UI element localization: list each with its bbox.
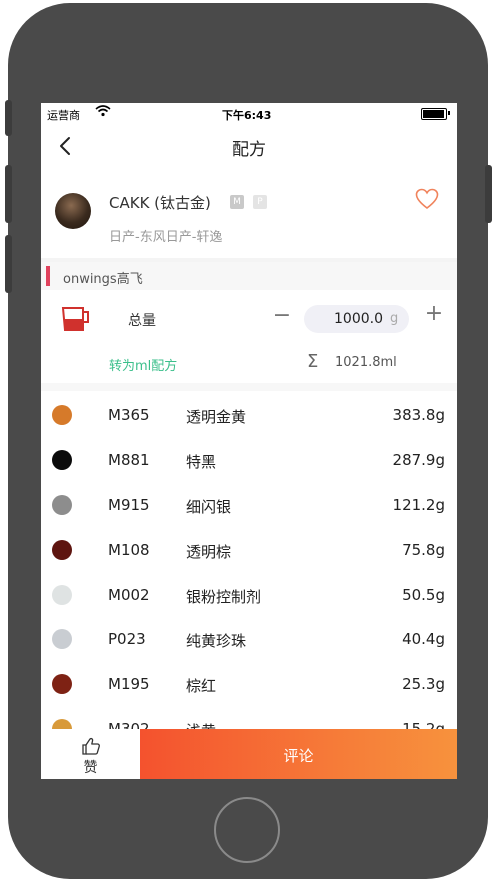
thumbs-up-icon (81, 737, 101, 755)
volume-down-button (5, 235, 12, 293)
paint-amount: 50.5g (402, 586, 445, 604)
paint-name: 特黑 (186, 453, 217, 471)
paint-name: 银粉控制剂 (186, 588, 262, 606)
like-label: 赞 (83, 760, 98, 776)
battery-icon (421, 108, 447, 120)
status-time: 下午6:43 (222, 109, 272, 122)
list-item[interactable]: M915 细闪银 121.2g (41, 483, 457, 527)
author-accent-bar (46, 266, 50, 286)
paint-name: 透明金黄 (186, 408, 247, 426)
paint-name: 透明棕 (186, 543, 232, 561)
paint-amount: 121.2g (392, 496, 445, 514)
list-item[interactable]: M365 透明金黄 383.8g (41, 393, 457, 437)
total-label: 总量 (128, 313, 156, 329)
carrier-label: 运营商 (47, 109, 80, 122)
power-button (485, 165, 492, 223)
like-button[interactable]: 赞 (41, 729, 140, 779)
paint-color-dot (52, 495, 72, 515)
author-name: onwings高飞 (63, 272, 143, 287)
sigma-icon: Σ (307, 351, 319, 372)
favorite-heart-icon[interactable] (415, 188, 439, 210)
quantity-unit: g (390, 311, 399, 326)
total-section: 总量 − 1000.0 g + 转为ml配方 Σ 1021.8ml (41, 293, 457, 383)
paint-code: M915 (108, 496, 150, 514)
paint-color-dot (52, 450, 72, 470)
nav-bar: 配方 (41, 125, 457, 165)
measuring-cup-icon (60, 305, 92, 333)
home-button[interactable] (214, 797, 280, 863)
list-item[interactable]: P023 纯黄珍珠 40.4g (41, 617, 457, 661)
paint-color-dot (52, 585, 72, 605)
quantity-value: 1000.0 (334, 311, 383, 327)
paint-color-dot (52, 540, 72, 560)
volume-up-button (5, 165, 12, 223)
paint-code: M365 (108, 406, 150, 424)
quantity-input[interactable]: 1000.0 g (304, 305, 409, 333)
color-swatch-avatar (55, 193, 91, 229)
tag-p-badge: P (253, 195, 267, 209)
comment-label: 评论 (283, 747, 314, 765)
comment-button[interactable]: 评论 (140, 729, 457, 779)
paint-name: 棕红 (186, 677, 217, 695)
paint-name: 细闪银 (186, 498, 232, 516)
total-volume: 1021.8ml (335, 355, 397, 370)
paint-amount: 383.8g (392, 406, 445, 424)
car-info: CAKK (钛古金) M P 日产-东风日产-轩逸 (41, 168, 457, 258)
paint-amount: 75.8g (402, 541, 445, 559)
paint-code: M195 (108, 675, 150, 693)
increase-button[interactable]: + (424, 301, 444, 327)
paint-amount: 287.9g (392, 451, 445, 469)
bottom-action-bar: 赞 评论 (41, 729, 457, 779)
list-item[interactable]: M881 特黑 287.9g (41, 438, 457, 482)
paint-name: 纯黄珍珠 (186, 632, 247, 650)
car-model: 日产-东风日产-轩逸 (109, 230, 223, 245)
list-item[interactable]: M195 棕红 25.3g (41, 662, 457, 706)
decrease-button[interactable]: − (272, 303, 292, 329)
paint-code: P023 (108, 630, 146, 648)
convert-to-ml-link[interactable]: 转为ml配方 (109, 355, 177, 374)
tag-m-badge: M (230, 195, 244, 209)
paint-color-dot (52, 405, 72, 425)
page-title: 配方 (232, 140, 266, 160)
paint-code: M881 (108, 451, 150, 469)
paint-color-dot (52, 629, 72, 649)
author-bar: onwings高飞 (41, 262, 457, 290)
app-screen: 运营商 下午6:43 配方 CAKK (钛古金) M P 日产-东风日产-轩逸 … (41, 103, 457, 779)
paint-color-dot (52, 674, 72, 694)
paint-amount: 25.3g (402, 675, 445, 693)
car-color-name: CAKK (钛古金) (109, 194, 211, 212)
list-item[interactable]: M002 银粉控制剂 50.5g (41, 573, 457, 617)
divider (41, 383, 457, 391)
mute-switch (5, 100, 12, 136)
paint-code: M002 (108, 586, 150, 604)
list-item[interactable]: M108 透明棕 75.8g (41, 528, 457, 572)
paint-code: M108 (108, 541, 150, 559)
wifi-icon (95, 105, 111, 120)
status-bar: 运营商 下午6:43 (41, 103, 457, 125)
paint-amount: 40.4g (402, 630, 445, 648)
